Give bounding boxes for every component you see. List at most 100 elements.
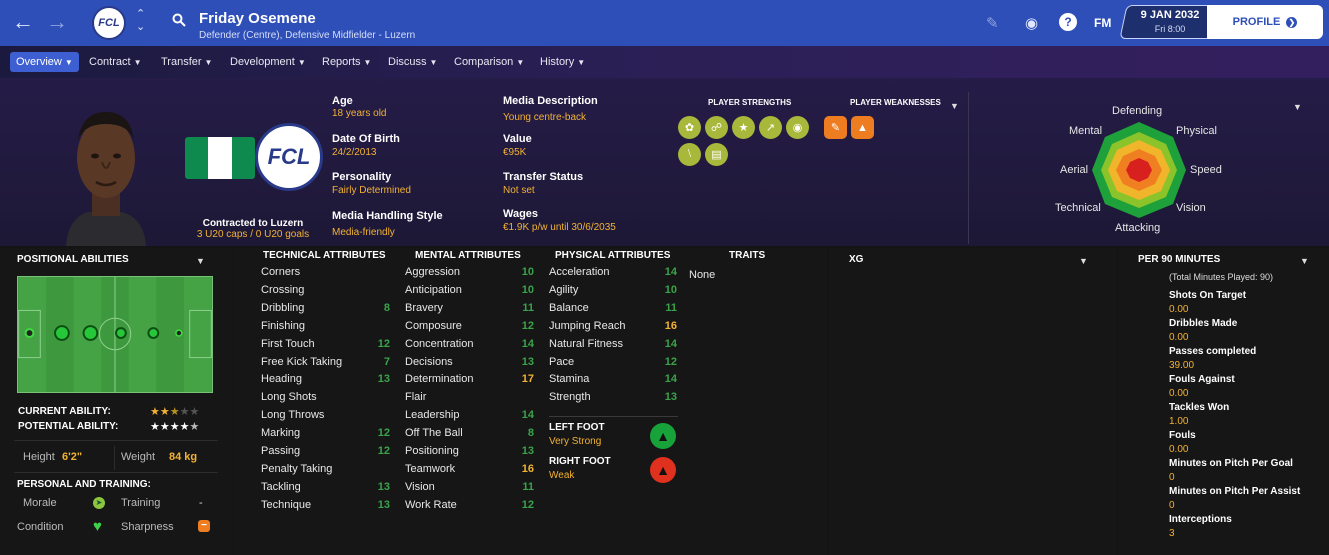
physical-attribute-name: Stamina	[549, 373, 590, 386]
technical-title: TECHNICAL ATTRIBUTES	[263, 250, 386, 261]
chevron-down-icon: ▼	[363, 58, 372, 67]
tab-transfer[interactable]: Transfer ▼	[155, 52, 218, 72]
contract-icon[interactable]: ✎	[824, 116, 847, 139]
star-icon[interactable]: ★	[732, 116, 755, 139]
media-description-label: Media Description	[503, 95, 598, 107]
trophy-icon[interactable]: ◉	[1025, 14, 1038, 32]
technical-attribute-value: 12	[377, 445, 390, 457]
mental-attribute-name: Positioning	[405, 445, 459, 457]
morale-icon[interactable]: ➤	[93, 497, 105, 509]
potential-ability-stars: ★★★★★	[150, 421, 200, 433]
per90-stat-value: 0.00	[1169, 304, 1189, 315]
help-icon[interactable]: ?	[1059, 13, 1077, 31]
chevron-down-icon[interactable]: ▼	[1300, 256, 1309, 266]
per90-stat-name: Tackles Won	[1169, 402, 1230, 413]
technical-attribute-value: 7	[383, 355, 390, 368]
technical-attribute-value: 12	[377, 337, 390, 350]
arrow-right-icon[interactable]: →	[46, 11, 68, 33]
heart-icon[interactable]: ♥	[93, 518, 102, 535]
tab-comparison[interactable]: Comparison ▼	[448, 52, 530, 72]
chevron-down-icon[interactable]: ▼	[950, 101, 959, 111]
technical-attribute-name: Tackling	[261, 480, 301, 493]
radar-label-aerial: Aerial	[1060, 164, 1089, 176]
strengths-title: PLAYER STRENGTHS	[708, 98, 792, 107]
profile-button[interactable]: PROFILE ❯	[1207, 5, 1323, 39]
physical-attribute-name: Pace	[549, 355, 575, 368]
dob-value: 24/2/2013	[332, 147, 377, 158]
per90-stat-name: Dribbles Made	[1169, 318, 1238, 329]
physical-attribute-name: Natural Fitness	[549, 337, 623, 350]
club-crest[interactable]: FCL	[255, 123, 323, 191]
tab-development[interactable]: Development ▼	[224, 52, 312, 72]
mental-attribute-name: Anticipation	[405, 283, 462, 296]
radar-label-technical: Technical	[1055, 202, 1101, 214]
weight-value: 84 kg	[169, 451, 198, 463]
player-cycle-arrows[interactable]: ⌃ ⌄	[136, 8, 145, 34]
growth-icon[interactable]: ↗	[759, 116, 782, 139]
chevron-down-icon[interactable]: ▼	[196, 256, 205, 266]
positional-title: POSITIONAL ABILITIES	[17, 254, 129, 265]
age-value: 18 years old	[332, 108, 387, 119]
flask-icon[interactable]: ▲	[851, 116, 874, 139]
tab-contract[interactable]: Contract ▼	[83, 52, 148, 72]
team-icon[interactable]: ✿	[678, 116, 701, 139]
date-text: 9 JAN 2032	[1140, 9, 1200, 21]
tab-history[interactable]: History ▼	[534, 52, 591, 72]
mental-attribute-name: Bravery	[405, 301, 443, 314]
physical-title: PHYSICAL ATTRIBUTES	[555, 250, 671, 261]
morale-label: Morale	[23, 497, 57, 509]
tab-discuss[interactable]: Discuss ▼	[382, 52, 443, 72]
player-portrait	[66, 112, 146, 246]
right-foot-label: RIGHT FOOT	[549, 456, 611, 467]
mental-attribute-name: Flair	[405, 391, 427, 404]
physical-attribute-name: Jumping Reach	[549, 319, 626, 332]
condition-label: Condition	[17, 521, 64, 533]
transfer-status-value: Not set	[503, 185, 535, 196]
fm-logo[interactable]: FM	[1094, 16, 1111, 30]
pencil-icon[interactable]: ✎	[986, 14, 999, 32]
chevron-down-icon[interactable]: ▼	[1293, 102, 1302, 112]
technical-attribute-name: Crossing	[261, 283, 305, 296]
right-foot-value: Weak	[549, 470, 575, 481]
per90-stat-value: 1.00	[1169, 416, 1189, 427]
xg-panel	[829, 248, 1116, 555]
flag-stripe-right	[231, 137, 255, 179]
mental-attribute-value: 13	[521, 355, 534, 368]
technical-attribute-name: Finishing	[261, 319, 306, 332]
brain-icon[interactable]: ◉	[786, 116, 809, 139]
top-header-bar: ← → FCL ⌃ ⌄ Friday Osemene Defender (Cent…	[0, 0, 1329, 46]
technical-attribute-name: Marking	[261, 427, 301, 440]
mental-attribute-value: 14	[521, 409, 534, 422]
per90-stat-value: 0	[1169, 472, 1175, 483]
weight-label: Weight	[121, 451, 156, 463]
technical-attribute-name: Technique	[261, 498, 312, 511]
age-label: Age	[332, 95, 353, 107]
sharpness-icon[interactable]: −	[198, 520, 210, 532]
flag-stripe-middle	[208, 137, 232, 179]
nation-flag[interactable]	[185, 137, 255, 179]
personality-label: Personality	[332, 171, 392, 183]
club-badge[interactable]: FCL	[92, 6, 126, 40]
sub-navigation: Overview ▼ Contract ▼ Transfer ▼ Developmen…	[0, 46, 1329, 78]
tab-overview[interactable]: Overview ▼	[10, 52, 79, 72]
tab-reports[interactable]: Reports ▼	[316, 52, 377, 72]
search-icon[interactable]	[172, 13, 186, 27]
left-foot-label: LEFT FOOT	[549, 422, 605, 433]
positional-pitch[interactable]	[17, 276, 213, 393]
per90-stat-name: Passes completed	[1169, 346, 1257, 357]
per90-stat-value: 0.00	[1169, 444, 1189, 455]
technical-attribute-value: 13	[377, 373, 390, 386]
xg-title: XG	[849, 254, 864, 265]
bandage-icon[interactable]: ⧵	[678, 143, 701, 166]
left-boot-icon: ▲	[650, 423, 676, 449]
arrow-left-icon[interactable]: ←	[12, 11, 34, 33]
player-subtitle: Defender (Centre), Defensive Midfielder …	[199, 30, 416, 41]
divider	[114, 446, 115, 470]
money-icon[interactable]: ▤	[705, 143, 728, 166]
right-boot-icon: ▲	[650, 457, 676, 483]
value-value: €95K	[503, 147, 527, 158]
mental-attribute-value: 14	[521, 337, 534, 350]
handshake-icon[interactable]: ☍	[705, 116, 728, 139]
chevron-down-icon[interactable]: ▼	[1079, 256, 1088, 266]
attribute-radar[interactable]	[1090, 120, 1188, 220]
